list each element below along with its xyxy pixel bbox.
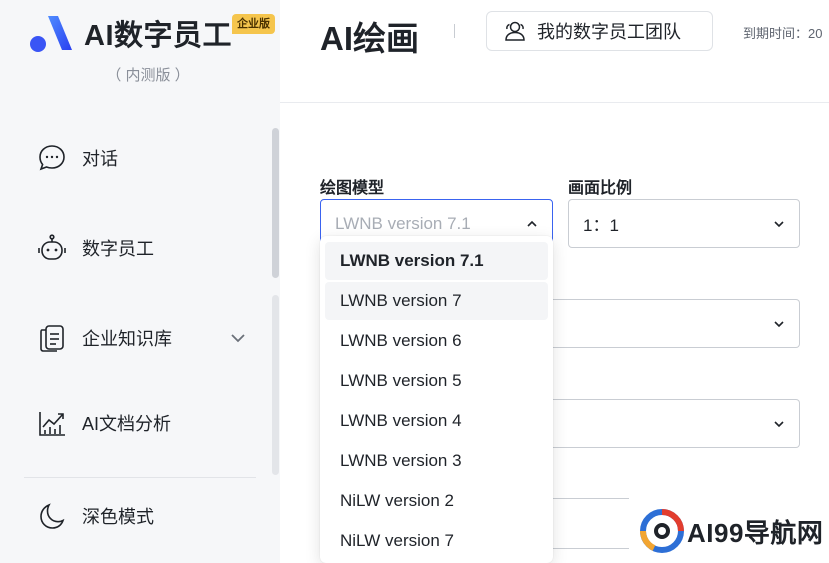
dropdown-option[interactable]: LWNB version 7 — [325, 282, 548, 320]
analytics-icon — [36, 407, 68, 439]
sidebar-item-dark-mode[interactable]: 深色模式 — [36, 496, 154, 536]
knowledge-base-icon — [36, 322, 68, 354]
model-dropdown-menu: LWNB version 7.1 LWNB version 7 LWNB ver… — [320, 236, 553, 563]
sidebar-item-label: 对话 — [82, 149, 118, 169]
ratio-label: 画面比例 — [568, 180, 633, 197]
watermark-logo-icon — [640, 509, 684, 553]
sidebar-scrollbar-thumb[interactable] — [272, 128, 279, 278]
sidebar-item-chat[interactable]: 对话 — [36, 138, 118, 178]
sidebar-scrollbar-track[interactable] — [272, 295, 279, 475]
my-team-button[interactable]: 我的数字员工团队 — [486, 11, 713, 51]
watermark-text: AI99导航网 — [687, 517, 824, 548]
dropdown-option[interactable]: LWNB version 4 — [325, 402, 548, 440]
ratio-select-value: 1：1 — [583, 216, 619, 235]
dropdown-option[interactable]: NiLW version 2 — [325, 482, 548, 520]
sidebar-item-doc-analysis[interactable]: AI文档分析 — [36, 403, 171, 443]
dropdown-option[interactable]: LWNB version 5 — [325, 362, 548, 400]
chevron-down-icon — [774, 221, 784, 228]
dropdown-option[interactable]: NiLW version 7 — [325, 522, 548, 560]
brand-subtitle: （ 内测版 ） — [106, 67, 190, 84]
sidebar-item-label: AI文档分析 — [82, 414, 172, 434]
chat-icon — [36, 142, 68, 174]
watermark: AI99导航网 — [629, 499, 829, 563]
brand-logo-icon — [30, 16, 72, 52]
input-border-bottom — [540, 548, 629, 549]
chevron-down-icon[interactable] — [229, 329, 247, 347]
header-divider — [280, 102, 829, 103]
dropdown-option[interactable]: LWNB version 3 — [325, 442, 548, 480]
chevron-up-icon — [527, 220, 537, 227]
chevron-down-icon — [774, 321, 784, 328]
sidebar-item-label: 企业知识库 — [82, 329, 172, 349]
sidebar-item-knowledge-base[interactable]: 企业知识库 — [36, 318, 172, 358]
sidebar: AI数字员工 企业版 （ 内测版 ） 对话 数字员工 企业知识库 AI文档分析 … — [0, 0, 280, 563]
team-icon — [505, 21, 525, 41]
moon-icon — [36, 500, 68, 532]
select-field-2[interactable] — [540, 299, 800, 348]
sidebar-item-label: 深色模式 — [82, 507, 154, 527]
brand-title: AI数字员工 — [84, 20, 233, 52]
ratio-select[interactable]: 1：1 — [568, 199, 800, 248]
sidebar-item-label: 数字员工 — [82, 239, 154, 259]
model-select-value: LWNB version 7.1 — [335, 213, 471, 233]
model-label: 绘图模型 — [320, 180, 385, 197]
expire-date: 到期时间：20 — [743, 26, 823, 41]
dropdown-option[interactable]: LWNB version 6 — [325, 322, 548, 360]
dropdown-option[interactable]: LWNB version 7.1 — [325, 242, 548, 280]
title-divider — [454, 24, 455, 38]
sidebar-divider — [24, 477, 256, 478]
sidebar-item-digital-employee[interactable]: 数字员工 — [36, 228, 154, 268]
input-border-top — [540, 498, 629, 499]
enterprise-badge: 企业版 — [232, 14, 275, 34]
chevron-down-icon — [774, 421, 784, 428]
page-title: AI绘画 — [320, 20, 419, 57]
select-field-3[interactable] — [540, 399, 800, 448]
robot-icon — [36, 232, 68, 264]
my-team-label: 我的数字员工团队 — [537, 22, 681, 42]
